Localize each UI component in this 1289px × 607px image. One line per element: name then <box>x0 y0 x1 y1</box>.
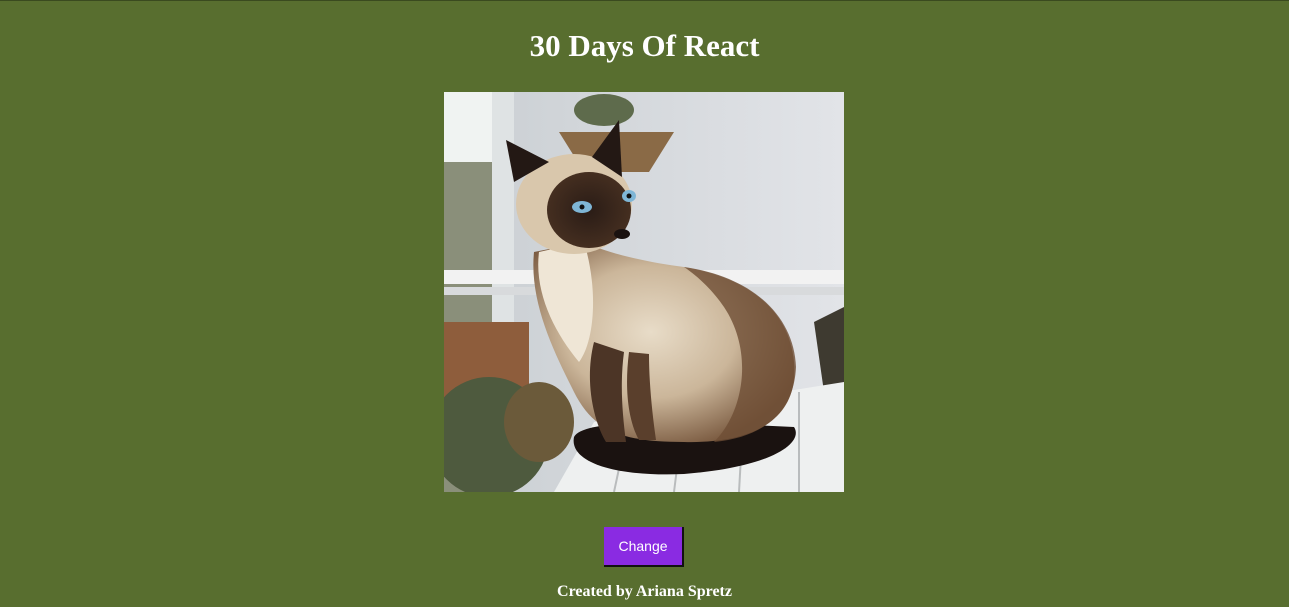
cat-image <box>444 92 844 492</box>
page-title: 30 Days Of React <box>529 28 760 63</box>
footer-credit: Created by Ariana Spretz <box>557 583 732 600</box>
change-button[interactable]: Change <box>604 527 684 567</box>
